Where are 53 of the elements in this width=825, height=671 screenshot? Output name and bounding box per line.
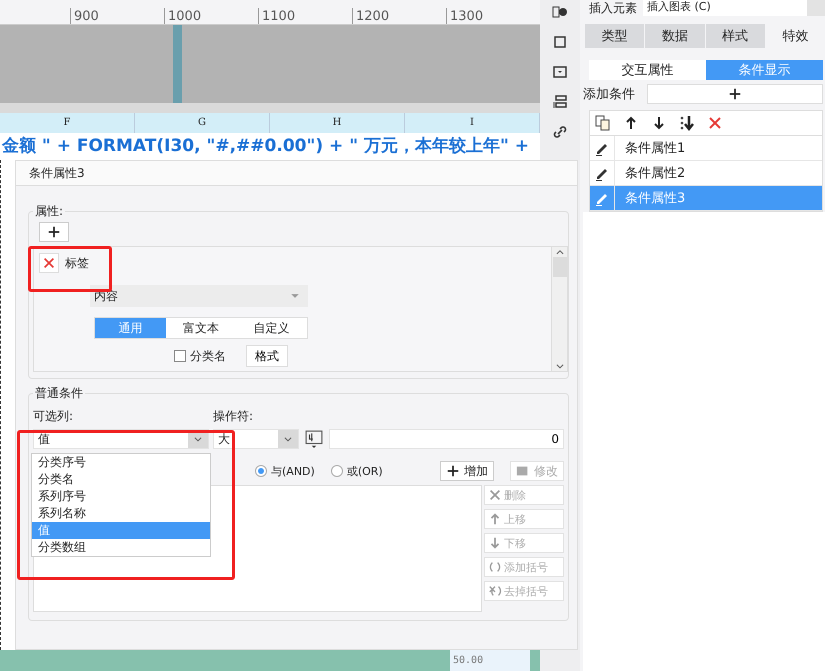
group-label: 属性: (33, 203, 66, 220)
property-label: 标签 (65, 254, 89, 272)
logic-radio[interactable]: 或(OR) (330, 464, 383, 478)
plus-icon (446, 464, 460, 478)
copy-icon (595, 115, 611, 131)
tab[interactable]: 数据 (645, 24, 704, 48)
remove-parentheses-icon (488, 584, 502, 598)
field-label: 可选列: (33, 408, 74, 425)
remove-button[interactable] (39, 253, 59, 273)
layout-icon (552, 94, 568, 110)
field-label: 操作符: (213, 408, 254, 425)
plus-icon (728, 87, 742, 101)
scrollbar[interactable] (551, 247, 567, 371)
category-name-checkbox[interactable]: 分类名 (174, 348, 226, 364)
tab[interactable]: 类型 (585, 24, 644, 48)
value-input[interactable]: 0 (329, 429, 564, 449)
arrow-up-icon (488, 512, 502, 526)
insert-label: 插入元素 (588, 0, 637, 16)
tab[interactable]: 样式 (706, 24, 765, 48)
tab[interactable]: 交互属性 (589, 60, 706, 80)
frame-icon (552, 34, 568, 50)
radio-button[interactable] (330, 465, 343, 477)
delete-icon (707, 115, 723, 131)
condition-item[interactable]: 条件属性1 (590, 136, 822, 161)
add-condition-label: 添加条件 (583, 86, 635, 103)
number-format-icon (303, 430, 325, 448)
formula-text: 金额 " + FORMAT(I30, "#,##0.00") + " 万元，本年较上年" + (0, 133, 540, 160)
checkbox[interactable] (174, 350, 186, 362)
plus-icon (47, 225, 61, 239)
content-dropdown[interactable]: 内容 (90, 285, 308, 307)
table-cell: 50.00 (450, 650, 530, 671)
ruler-label: 1200 (352, 8, 446, 24)
scrollbar-thumb[interactable] (552, 257, 566, 277)
logic-radio[interactable]: 与(AND) (255, 464, 315, 478)
operator-select[interactable]: 大 (213, 429, 299, 449)
dropdown-box-icon (552, 64, 568, 80)
radio-button[interactable] (255, 465, 267, 477)
insert-dropdown[interactable]: 插入图表 (C) (643, 0, 825, 16)
condition-item[interactable]: 条件属性2 (590, 161, 822, 186)
group-label: 普通条件 (33, 385, 85, 402)
format-button[interactable]: 格式 (246, 345, 288, 367)
ruler-label: 1000 (164, 8, 258, 24)
ruler-label: 1100 (258, 8, 352, 24)
link-icon (552, 124, 568, 140)
parentheses-icon (488, 560, 502, 574)
add-button[interactable]: 增加 (440, 461, 494, 481)
arrow-down-icon (488, 536, 502, 550)
move-bottom-icon (679, 115, 695, 131)
add-property-button[interactable] (39, 222, 69, 242)
ruler-label: 900 (70, 8, 164, 24)
close-icon (42, 256, 56, 270)
dialog-title: 条件属性3 (16, 161, 577, 186)
close-icon (488, 488, 502, 502)
